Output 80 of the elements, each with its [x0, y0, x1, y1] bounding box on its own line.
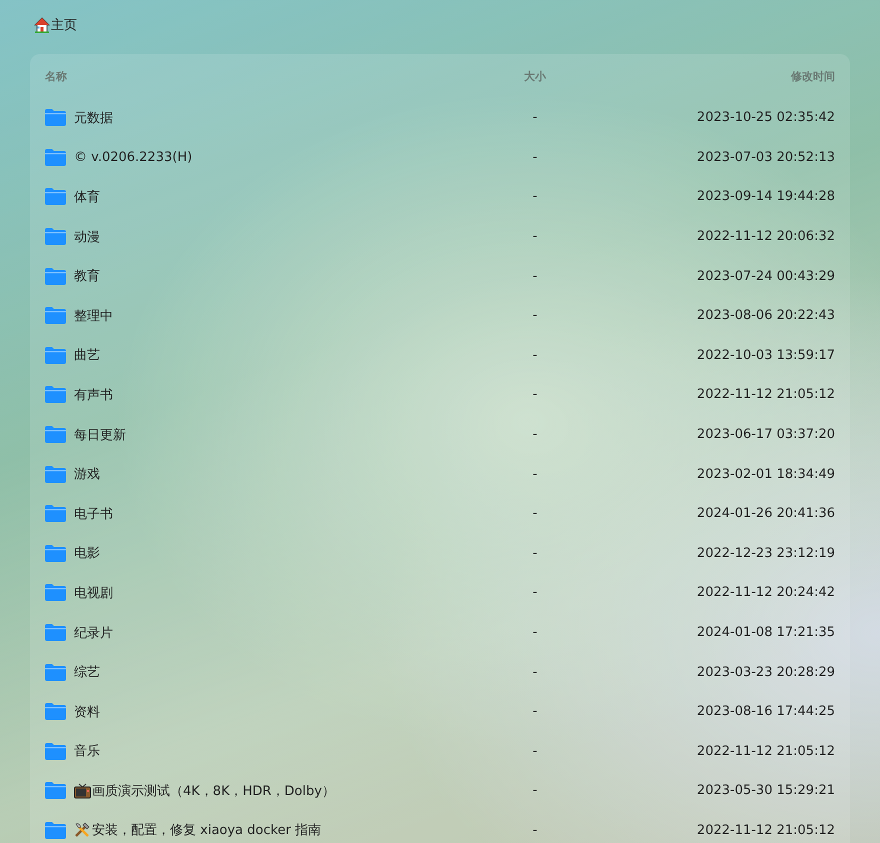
size-cell: - — [532, 546, 538, 561]
modified-time: 2022-11-12 21:05:12 — [696, 387, 835, 402]
modified-time: 2023-08-16 17:44:25 — [696, 704, 835, 720]
size-cell: - — [532, 268, 538, 284]
folder-icon — [45, 307, 66, 324]
folder-name[interactable]: 元数据 — [74, 108, 113, 127]
size-cell: - — [532, 466, 538, 482]
folder-name[interactable]: 画质演示测试（4K，8K，HDR，Dolby） — [92, 782, 335, 800]
modified-time: 2022-11-12 21:05:12 — [696, 744, 835, 759]
size-cell: - — [532, 308, 538, 324]
size-cell: - — [532, 150, 538, 165]
folder-icon — [45, 268, 66, 285]
modified-time: 2023-08-06 20:22:43 — [696, 308, 835, 324]
folder-icon — [45, 703, 66, 720]
folder-name[interactable]: 音乐 — [74, 742, 100, 760]
folder-icon — [45, 742, 66, 760]
folder-icon — [45, 664, 66, 681]
size-cell: - — [532, 783, 538, 798]
folder-icon — [45, 188, 66, 206]
tools-icon — [74, 822, 91, 838]
modified-time: 2023-10-25 02:35:42 — [696, 110, 835, 126]
modified-time: 2023-05-30 15:29:21 — [696, 783, 835, 798]
modified-time: 2022-11-12 20:24:42 — [696, 585, 835, 600]
folder-icon — [45, 782, 66, 800]
size-cell: - — [532, 744, 538, 759]
folder-name[interactable]: 资料 — [74, 702, 100, 721]
folder-name[interactable]: 整理中 — [74, 306, 113, 325]
modified-time: 2023-03-23 20:28:29 — [696, 664, 835, 680]
folder-icon — [45, 822, 66, 839]
folder-name[interactable]: 有声书 — [74, 386, 113, 404]
size-cell: - — [532, 387, 538, 402]
folder-icon — [45, 386, 66, 404]
folder-name[interactable]: 电子书 — [74, 504, 113, 523]
folder-name[interactable]: 动漫 — [74, 228, 100, 246]
folder-name[interactable]: 教育 — [74, 267, 100, 286]
modified-time: 2023-07-03 20:52:13 — [696, 150, 835, 165]
folder-icon — [45, 584, 66, 602]
folder-icon — [45, 109, 66, 126]
size-cell: - — [532, 348, 538, 363]
folder-name[interactable]: 电视剧 — [74, 584, 113, 602]
house-icon — [34, 17, 50, 33]
size-cell: - — [532, 229, 538, 244]
folder-name[interactable]: 游戏 — [74, 465, 100, 484]
size-cell: - — [532, 585, 538, 600]
size-cell: - — [532, 506, 538, 522]
folder-icon — [45, 228, 66, 246]
folder-icon — [45, 544, 66, 562]
modified-time: 2024-01-08 17:21:35 — [696, 625, 835, 640]
size-cell: - — [532, 822, 538, 838]
modified-time: 2022-11-12 20:06:32 — [696, 229, 835, 244]
home-breadcrumb[interactable]: 主页 — [51, 16, 77, 34]
folder-name[interactable]: 体育 — [74, 188, 100, 206]
folder-name[interactable]: 每日更新 — [74, 426, 126, 444]
folder-icon — [45, 148, 66, 166]
folder-name[interactable]: 综艺 — [74, 663, 100, 682]
tv-icon — [74, 782, 91, 799]
size-cell: - — [532, 189, 538, 204]
modified-time: 2023-02-01 18:34:49 — [696, 466, 835, 482]
folder-icon — [45, 426, 66, 444]
folder-name[interactable]: © v.0206.2233(H) — [74, 150, 192, 165]
modified-time: 2022-11-12 21:05:12 — [696, 822, 835, 838]
folder-name[interactable]: 安装，配置，修复 xiaoya docker 指南 — [92, 821, 322, 840]
size-cell: - — [532, 625, 538, 640]
modified-time: 2023-07-24 00:43:29 — [696, 268, 835, 284]
size-cell: - — [532, 664, 538, 680]
folder-icon — [45, 505, 66, 522]
size-cell: - — [532, 110, 538, 126]
folder-icon — [45, 624, 66, 642]
folder-name[interactable]: 纪录片 — [74, 624, 113, 642]
modified-time: 2024-01-26 20:41:36 — [696, 506, 835, 522]
size-cell: - — [532, 427, 538, 442]
folder-name[interactable]: 曲艺 — [74, 346, 100, 364]
folder-icon — [45, 346, 66, 364]
modified-time: 2023-06-17 03:37:20 — [696, 427, 835, 442]
folder-icon — [45, 466, 66, 483]
folder-name[interactable]: 电影 — [74, 544, 100, 562]
modified-time: 2023-09-14 19:44:28 — [696, 189, 835, 204]
modified-time: 2022-10-03 13:59:17 — [696, 348, 835, 363]
modified-time: 2022-12-23 23:12:19 — [696, 546, 835, 561]
size-cell: - — [532, 704, 538, 720]
